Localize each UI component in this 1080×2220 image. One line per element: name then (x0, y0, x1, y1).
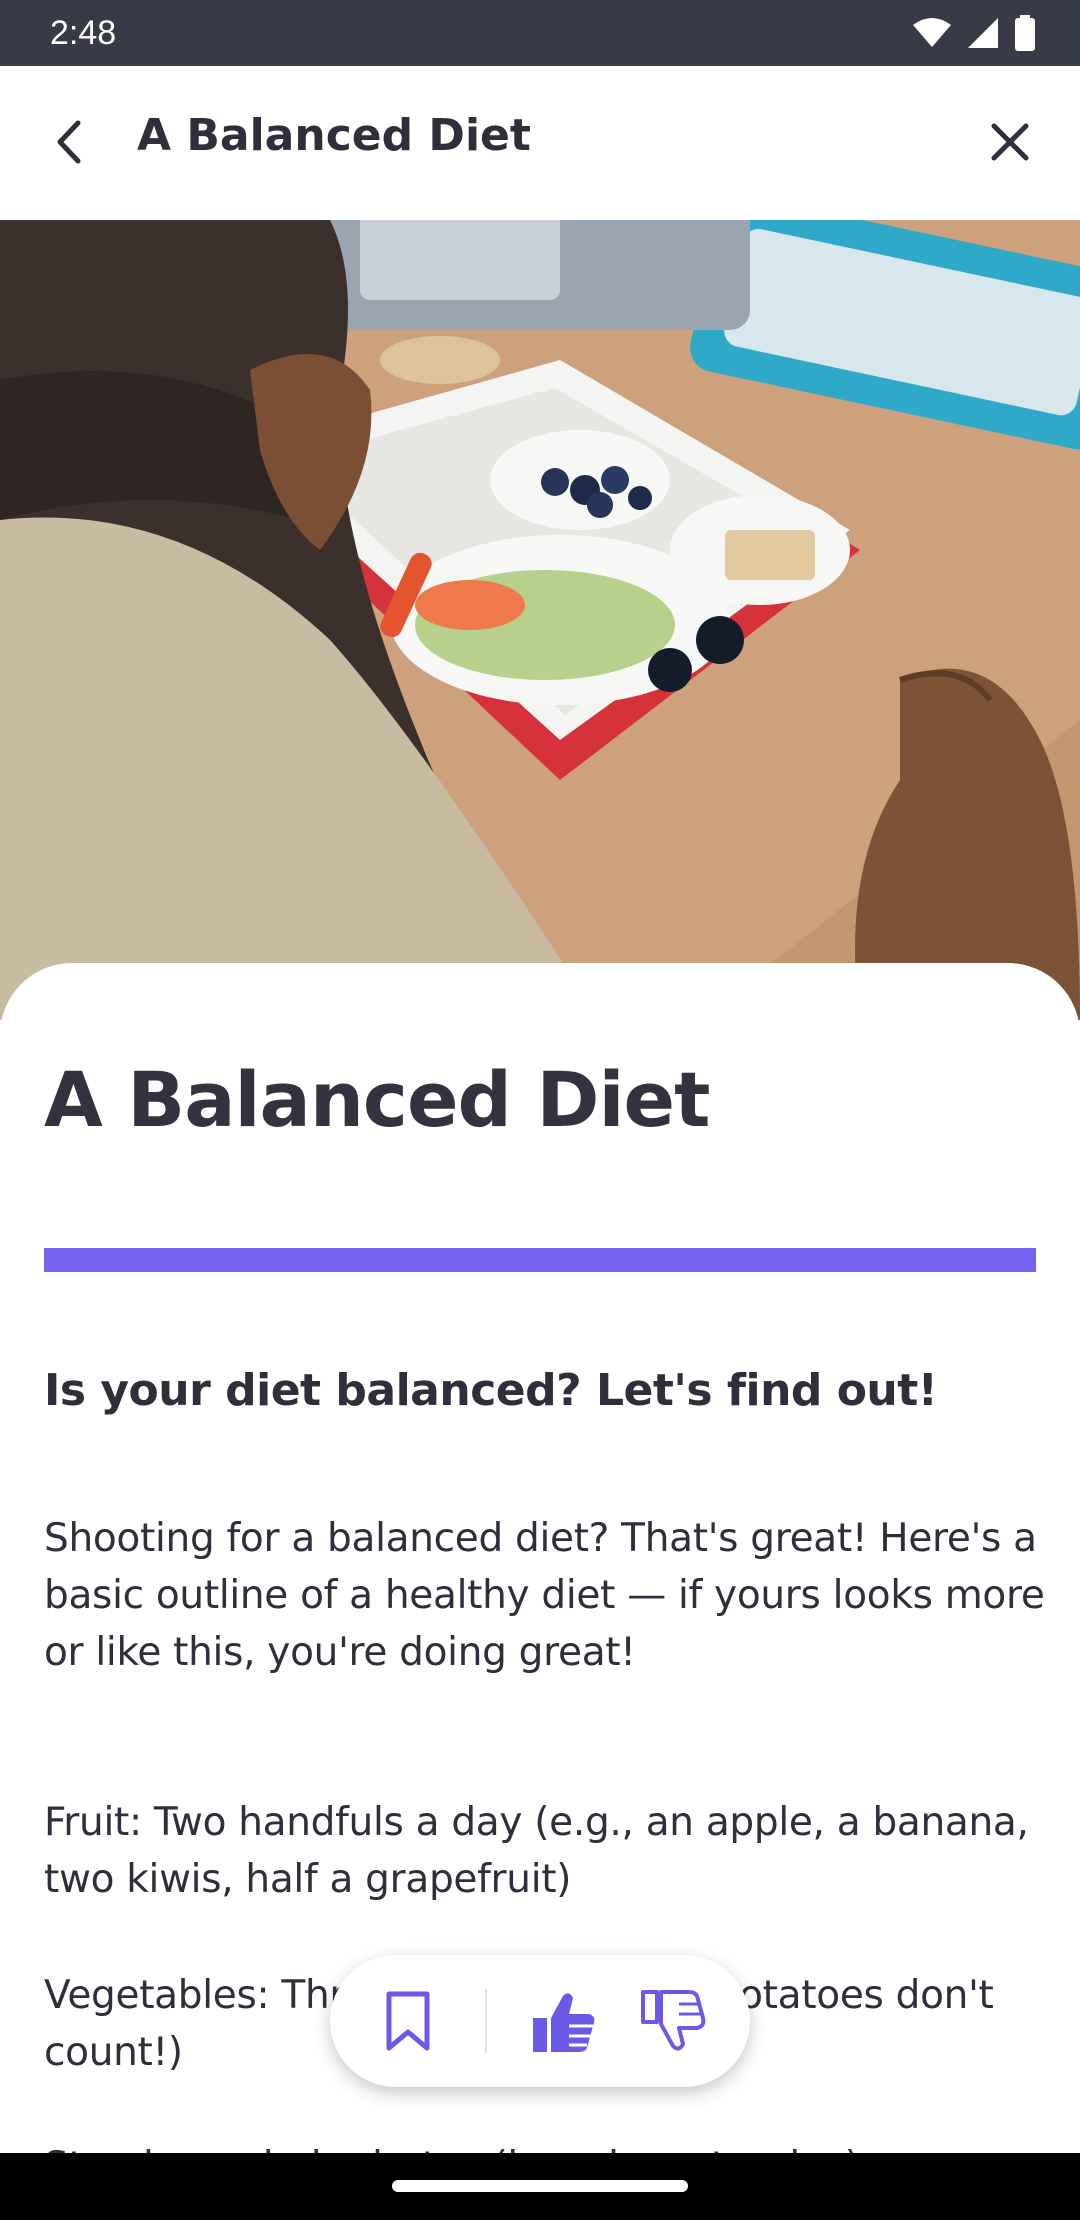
fruit-paragraph: Fruit: Two handfuls a day (e.g., an appl… (44, 1800, 1029, 1902)
accent-divider (44, 1248, 1036, 1272)
intro-paragraph: Shooting for a balanced diet? That's gre… (44, 1516, 1045, 1675)
like-button[interactable] (524, 1981, 604, 2061)
article-actions (330, 1955, 750, 2087)
close-icon (991, 123, 1029, 161)
thumbs-down-icon (641, 1990, 706, 2051)
status-time: 2:48 (50, 13, 117, 52)
article-subheading: Is your diet balanced? Let's find out! (44, 1365, 938, 1416)
action-separator (485, 1989, 487, 2053)
bookmark-icon (386, 1991, 430, 2051)
app-bar-title: A Balanced Diet (137, 110, 531, 161)
hero-image (0, 220, 1080, 1020)
article-title: A Balanced Diet (44, 1055, 710, 1144)
thumbs-up-icon (533, 1993, 595, 2052)
back-button[interactable] (40, 112, 100, 172)
system-nav-bar (0, 2153, 1080, 2220)
chevron-left-icon (57, 120, 81, 164)
dislike-button[interactable] (634, 1981, 714, 2061)
home-indicator[interactable] (392, 2180, 688, 2192)
wifi-icon (913, 18, 951, 47)
app-bar: A Balanced Diet (0, 66, 1080, 220)
starch-paragraph: Starchy carbohydrates (bread, pasta, ric… (44, 2138, 1054, 2153)
signal-icon (968, 18, 998, 48)
status-bar: 2:48 (0, 0, 1080, 66)
battery-icon (1015, 15, 1035, 51)
status-icons (912, 15, 1036, 51)
close-button[interactable] (980, 112, 1040, 172)
bookmark-button[interactable] (368, 1981, 448, 2061)
